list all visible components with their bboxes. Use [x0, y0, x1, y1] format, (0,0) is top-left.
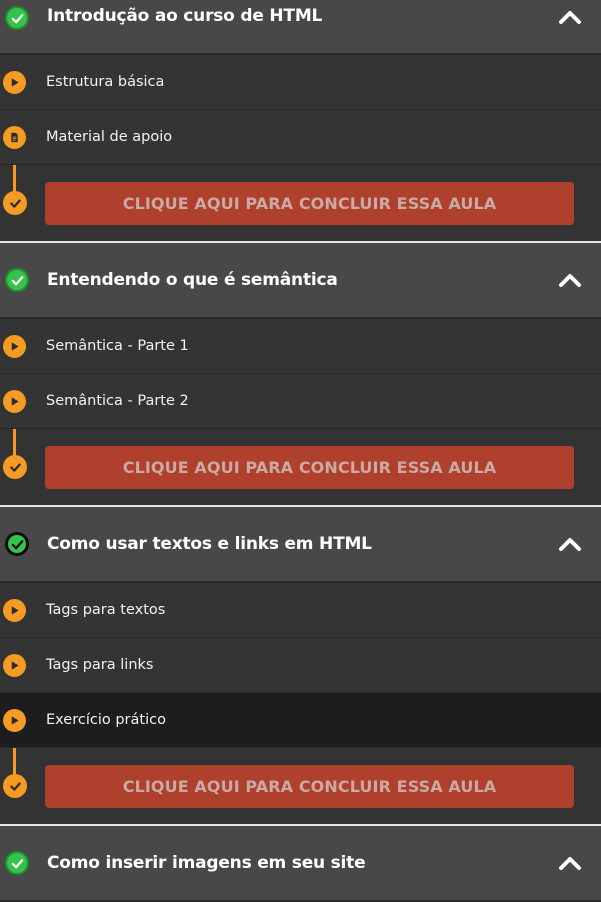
play-icon — [3, 389, 26, 413]
module-header[interactable]: Entendendo o que é semântica — [0, 243, 601, 319]
module-3: Como usar textos e links em HTML Tags pa… — [0, 505, 601, 824]
module-title: Entendendo o que é semântica — [47, 270, 338, 290]
lesson-list: Semântica - Parte 1 Semântica - Parte 2 … — [0, 319, 601, 505]
module-header[interactable]: Como inserir imagens em seu site — [0, 826, 601, 902]
lesson-label: Material de apoio — [46, 129, 173, 145]
chevron-up-icon[interactable] — [557, 4, 583, 30]
lesson-item[interactable]: Semântica - Parte 1 — [0, 319, 601, 374]
lesson-list: Tags para textos Tags para links Exercíc… — [0, 583, 601, 824]
play-icon — [3, 334, 26, 358]
complete-lesson-button[interactable]: CLIQUE AQUI PARA CONCLUIR ESSA AULA — [45, 764, 574, 808]
module-1: Introdução ao curso de HTML Estrutura bá… — [0, 0, 601, 241]
lesson-item-active[interactable]: Exercício prático — [0, 693, 601, 748]
module-4: Como inserir imagens em seu site — [0, 824, 601, 902]
chevron-up-icon[interactable] — [557, 850, 583, 876]
check-circle-icon — [5, 851, 29, 875]
lesson-item[interactable]: Material de apoio — [0, 110, 601, 165]
module-title: Como usar textos e links em HTML — [47, 534, 372, 554]
lesson-label: Exercício prático — [46, 712, 166, 728]
checkmark-icon — [3, 191, 27, 215]
lesson-label: Tags para textos — [46, 602, 166, 618]
chevron-up-icon[interactable] — [557, 267, 583, 293]
play-icon — [3, 598, 26, 622]
checkmark-icon — [3, 774, 27, 798]
check-circle-icon — [5, 268, 29, 292]
module-2: Entendendo o que é semântica Semântica -… — [0, 241, 601, 505]
module-header[interactable]: Como usar textos e links em HTML — [0, 507, 601, 583]
lesson-item[interactable]: Semântica - Parte 2 — [0, 374, 601, 429]
module-title: Como inserir imagens em seu site — [47, 853, 366, 873]
lesson-label: Tags para links — [46, 657, 154, 673]
lesson-list: Estrutura básica Material de apoio CLIQU… — [0, 55, 601, 241]
lesson-label: Semântica - Parte 2 — [46, 393, 189, 409]
module-title: Introdução ao curso de HTML — [47, 6, 323, 26]
module-header[interactable]: Introdução ao curso de HTML — [0, 0, 601, 55]
complete-row: CLIQUE AQUI PARA CONCLUIR ESSA AULA — [0, 748, 601, 824]
complete-row: CLIQUE AQUI PARA CONCLUIR ESSA AULA — [0, 165, 601, 241]
document-icon — [3, 125, 26, 149]
lesson-item[interactable]: Tags para textos — [0, 583, 601, 638]
checkmark-icon — [3, 455, 27, 479]
lesson-item[interactable]: Tags para links — [0, 638, 601, 693]
play-icon — [3, 708, 26, 732]
chevron-up-icon[interactable] — [557, 531, 583, 557]
complete-lesson-button[interactable]: CLIQUE AQUI PARA CONCLUIR ESSA AULA — [45, 445, 574, 489]
check-circle-icon — [5, 6, 29, 30]
lesson-label: Semântica - Parte 1 — [46, 338, 189, 354]
play-icon — [3, 653, 26, 677]
complete-lesson-button[interactable]: CLIQUE AQUI PARA CONCLUIR ESSA AULA — [45, 181, 574, 225]
check-circle-icon — [5, 532, 29, 556]
play-icon — [3, 70, 26, 94]
lesson-label: Estrutura básica — [46, 74, 165, 90]
course-sidebar: Introdução ao curso de HTML Estrutura bá… — [0, 0, 601, 902]
lesson-item[interactable]: Estrutura básica — [0, 55, 601, 110]
complete-row: CLIQUE AQUI PARA CONCLUIR ESSA AULA — [0, 429, 601, 505]
